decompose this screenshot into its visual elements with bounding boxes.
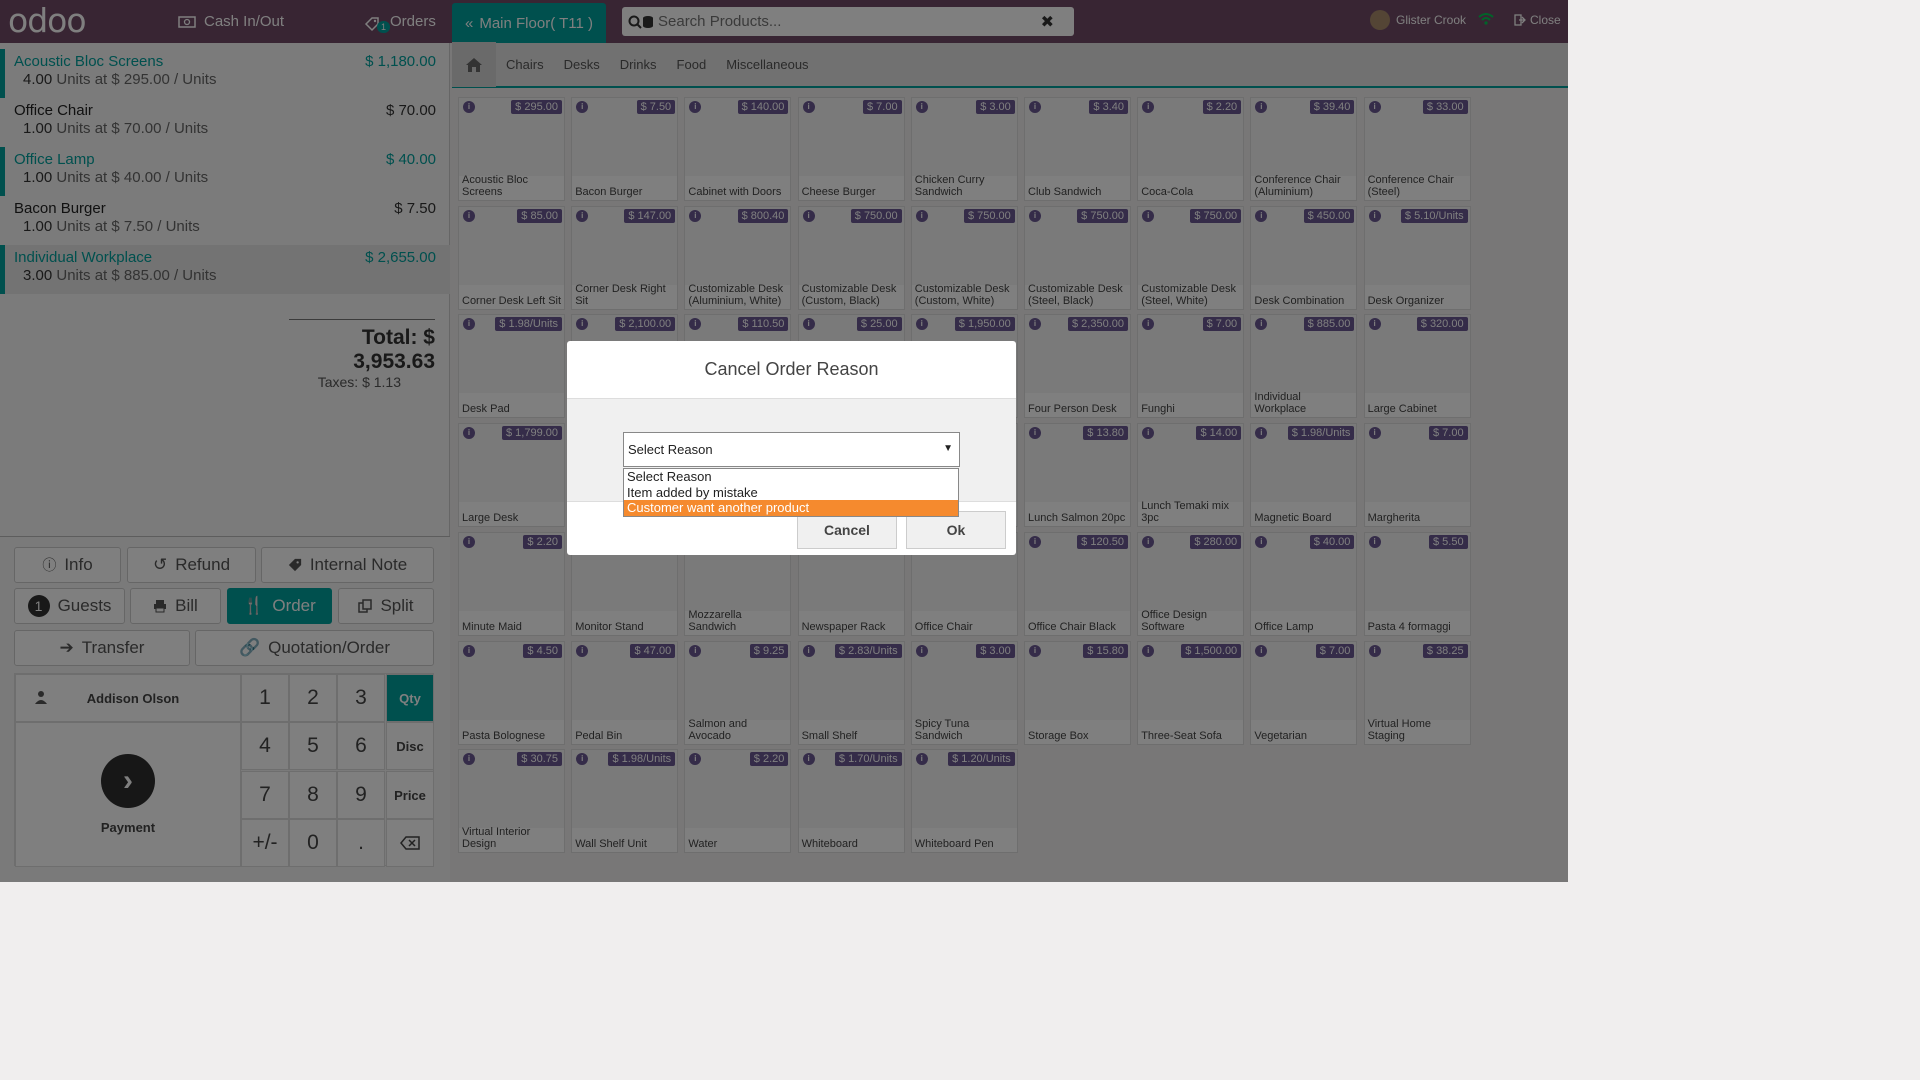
cancel-order-reason-dialog: Cancel Order Reason Select Reason ▼ Canc… (567, 341, 1016, 555)
reason-option[interactable]: Select Reason (624, 469, 958, 485)
reason-select-value: Select Reason (628, 442, 713, 457)
reason-option[interactable]: Item added by mistake (624, 485, 958, 501)
dialog-title: Cancel Order Reason (567, 341, 1016, 399)
chevron-down-icon: ▼ (943, 443, 953, 454)
reason-dropdown-list: Select Reason Item added by mistake Cust… (623, 468, 959, 517)
reason-option-highlighted[interactable]: Customer want another product (624, 500, 958, 516)
reason-select[interactable]: Select Reason ▼ (623, 432, 960, 467)
